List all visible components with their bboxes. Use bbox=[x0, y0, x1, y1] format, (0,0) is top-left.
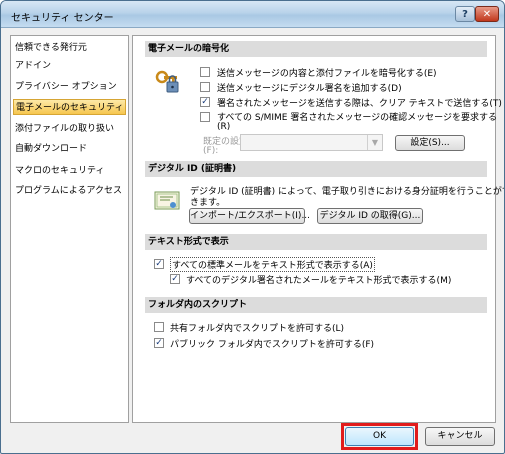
checkbox-allow-public-folder-script[interactable]: ✓ bbox=[154, 338, 164, 348]
section-header-folder-scripts: フォルダ内のスクリプト bbox=[145, 297, 487, 313]
label-add-digital-signature: 送信メッセージにデジタル署名を追加する(D) bbox=[217, 84, 402, 94]
close-icon: ✕ bbox=[482, 8, 492, 20]
close-button[interactable]: ✕ bbox=[475, 6, 499, 22]
sidebar-item-programmatic-access[interactable]: プログラムによるアクセス bbox=[13, 183, 126, 199]
checkbox-request-smime-receipt[interactable] bbox=[200, 112, 210, 122]
label-request-smime-receipt-accel: (R) bbox=[217, 122, 231, 132]
import-export-button[interactable]: インポート/エクスポート(I)... bbox=[189, 208, 310, 224]
sidebar-item-addins[interactable]: アドイン bbox=[13, 58, 126, 74]
label-read-signed-as-plain-text: すべてのデジタル署名されたメールをテキスト形式で表示する(M) bbox=[186, 276, 452, 286]
certificate-icon bbox=[154, 191, 180, 210]
security-center-dialog: セキュリティ センター ? ✕ 信頼できる発行元 アドイン プライバシー オプシ… bbox=[0, 0, 505, 454]
label-allow-shared-folder-script: 共有フォルダ内でスクリプトを許可する(L) bbox=[170, 324, 345, 334]
section-header-email-encryption: 電子メールの暗号化 bbox=[145, 41, 487, 57]
sidebar-nav: 信頼できる発行元 アドイン プライバシー オプション 電子メールのセキュリティ … bbox=[10, 35, 129, 423]
cancel-button[interactable]: キャンセル bbox=[425, 427, 495, 446]
label-default-setting-accel: (F): bbox=[203, 146, 219, 156]
window-title: セキュリティ センター bbox=[11, 13, 114, 24]
help-icon: ? bbox=[462, 8, 468, 20]
sidebar-item-privacy-options[interactable]: プライバシー オプション bbox=[13, 79, 126, 95]
digital-id-description-line1: デジタル ID (証明書) によって、電子取り引きにおける身分証明を行うことがで bbox=[190, 187, 505, 197]
chevron-down-icon: ▼ bbox=[367, 135, 382, 150]
checkbox-add-digital-signature[interactable] bbox=[200, 82, 210, 92]
content-panel: 電子メールの暗号化 送信メッセージの内容と添付ファイルを暗号化する(E) 送信メ… bbox=[132, 35, 504, 423]
label-read-all-as-plain-text: すべての標準メールをテキスト形式で表示する(A) bbox=[170, 257, 375, 272]
section-header-text-format: テキスト形式で表示 bbox=[145, 234, 487, 250]
digital-id-description-line2: きます。 bbox=[190, 198, 226, 208]
settings-button[interactable]: 設定(S)... bbox=[395, 135, 465, 151]
checkbox-encrypt-contents[interactable] bbox=[200, 67, 210, 77]
sidebar-item-trusted-publishers[interactable]: 信頼できる発行元 bbox=[13, 40, 126, 56]
checkbox-allow-shared-folder-script[interactable] bbox=[154, 322, 164, 332]
help-button[interactable]: ? bbox=[455, 6, 475, 22]
label-send-clear-text: 署名されたメッセージを送信する際は、クリア テキストで送信する(T) bbox=[217, 99, 502, 109]
ok-button[interactable]: OK bbox=[345, 427, 414, 446]
title-bar[interactable]: セキュリティ センター ? ✕ bbox=[1, 1, 504, 28]
label-allow-public-folder-script: パブリック フォルダ内でスクリプトを許可する(F) bbox=[170, 340, 375, 350]
get-digital-id-button[interactable]: デジタル ID の取得(G)... bbox=[317, 208, 423, 224]
label-encrypt-contents: 送信メッセージの内容と添付ファイルを暗号化する(E) bbox=[217, 69, 437, 79]
checkbox-read-signed-as-plain-text[interactable]: ✓ bbox=[170, 274, 180, 284]
sidebar-item-attachment-handling[interactable]: 添付ファイルの取り扱い bbox=[13, 121, 126, 137]
encryption-lock-icon bbox=[155, 70, 179, 93]
sidebar-item-email-security[interactable]: 電子メールのセキュリティ bbox=[13, 99, 126, 115]
default-setting-select[interactable]: ▼ bbox=[240, 134, 383, 151]
sidebar-item-automatic-download[interactable]: 自動ダウンロード bbox=[13, 141, 126, 157]
checkbox-send-clear-text[interactable]: ✓ bbox=[200, 97, 210, 107]
section-header-digital-id: デジタル ID (証明書) bbox=[145, 161, 487, 177]
sidebar-item-macro-security[interactable]: マクロのセキュリティ bbox=[13, 163, 126, 179]
checkbox-read-all-as-plain-text[interactable]: ✓ bbox=[154, 259, 164, 269]
label-request-smime-receipt: すべての S/MIME 署名されたメッセージの確認メッセージを要求する bbox=[217, 113, 497, 123]
